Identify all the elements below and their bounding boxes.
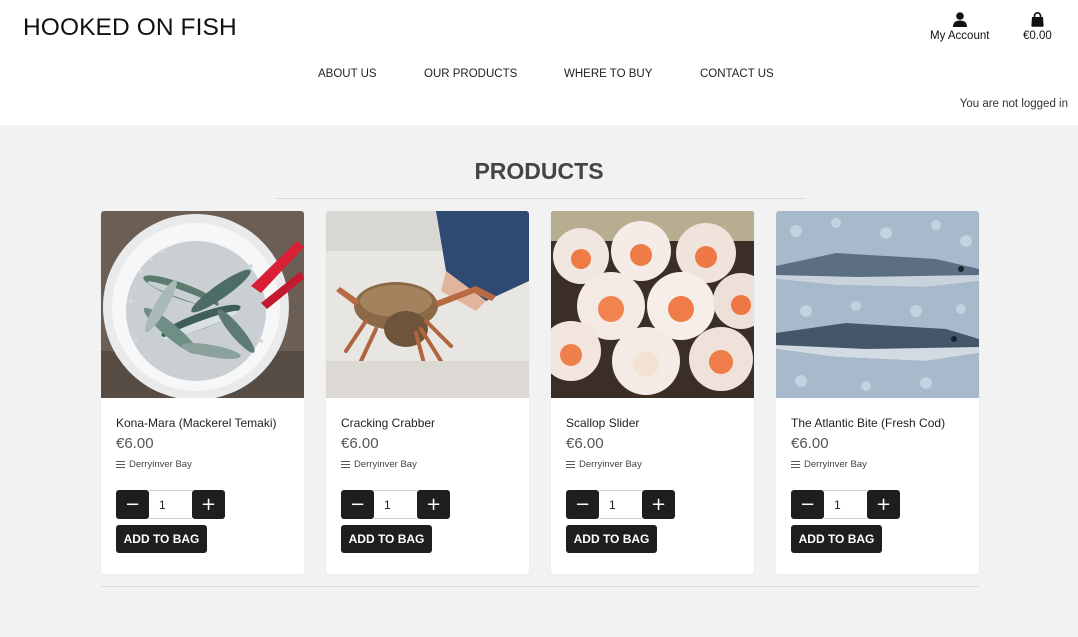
product-location-label: Derryinver Bay xyxy=(129,459,192,470)
list-icon xyxy=(566,461,575,468)
list-icon xyxy=(791,461,800,468)
product-price: €6.00 xyxy=(566,435,604,452)
shopping-bag-icon xyxy=(1031,12,1044,27)
nav-about-us[interactable]: ABOUT US xyxy=(318,68,377,80)
page-title: PRODUCTS xyxy=(474,158,604,184)
product-location: Derryinver Bay xyxy=(566,459,642,470)
product-card: The Atlantic Bite (Fresh Cod) €6.00 Derr… xyxy=(776,211,979,574)
product-location-label: Derryinver Bay xyxy=(804,459,867,470)
shopping-bag-link[interactable]: €0.00 xyxy=(1023,12,1052,42)
product-card: Kona-Mara (Mackerel Temaki) €6.00 Derryi… xyxy=(101,211,304,574)
list-icon xyxy=(116,461,125,468)
title-divider xyxy=(276,198,806,199)
plus-icon: + xyxy=(200,494,217,515)
content-divider xyxy=(101,586,979,587)
site-header: HOOKED ON FISH My Account €0.00 ABOUT US… xyxy=(0,0,1078,125)
product-image-cod[interactable] xyxy=(776,211,979,398)
nav-contact-us[interactable]: CONTACT US xyxy=(700,68,774,80)
product-name[interactable]: The Atlantic Bite (Fresh Cod) xyxy=(791,416,945,430)
quantity-input[interactable] xyxy=(599,490,642,519)
product-card: Scallop Slider €6.00 Derryinver Bay − + … xyxy=(551,211,754,574)
plus-icon: + xyxy=(650,494,667,515)
add-to-bag-button[interactable]: ADD TO BAG xyxy=(791,525,882,553)
product-price: €6.00 xyxy=(791,435,829,452)
product-name[interactable]: Scallop Slider xyxy=(566,416,639,430)
product-name[interactable]: Kona-Mara (Mackerel Temaki) xyxy=(116,416,277,430)
minus-icon: − xyxy=(349,494,366,515)
product-name[interactable]: Cracking Crabber xyxy=(341,416,435,430)
nav-our-products[interactable]: OUR PRODUCTS xyxy=(424,68,517,80)
quantity-input[interactable] xyxy=(149,490,192,519)
decrease-quantity-button[interactable]: − xyxy=(791,490,824,519)
increase-quantity-button[interactable]: + xyxy=(867,490,900,519)
plus-icon: + xyxy=(875,494,892,515)
product-location-label: Derryinver Bay xyxy=(354,459,417,470)
login-status: You are not logged in xyxy=(959,98,1068,110)
product-price: €6.00 xyxy=(116,435,154,452)
increase-quantity-button[interactable]: + xyxy=(642,490,675,519)
quantity-stepper: − + xyxy=(341,490,450,519)
nav-where-to-buy[interactable]: WHERE TO BUY xyxy=(564,68,652,80)
plus-icon: + xyxy=(425,494,442,515)
product-location: Derryinver Bay xyxy=(116,459,192,470)
quantity-input[interactable] xyxy=(824,490,867,519)
product-location: Derryinver Bay xyxy=(341,459,417,470)
add-to-bag-button[interactable]: ADD TO BAG xyxy=(116,525,207,553)
user-icon xyxy=(952,12,967,27)
increase-quantity-button[interactable]: + xyxy=(192,490,225,519)
product-price: €6.00 xyxy=(341,435,379,452)
quantity-input[interactable] xyxy=(374,490,417,519)
product-image-scallops[interactable] xyxy=(551,211,754,398)
decrease-quantity-button[interactable]: − xyxy=(116,490,149,519)
bag-total: €0.00 xyxy=(1023,30,1052,42)
site-logo[interactable]: HOOKED ON FISH xyxy=(23,14,237,42)
minus-icon: − xyxy=(799,494,816,515)
minus-icon: − xyxy=(124,494,141,515)
quantity-stepper: − + xyxy=(791,490,900,519)
minus-icon: − xyxy=(574,494,591,515)
my-account-link[interactable]: My Account xyxy=(930,12,989,42)
product-card: Cracking Crabber €6.00 Derryinver Bay − … xyxy=(326,211,529,574)
add-to-bag-button[interactable]: ADD TO BAG xyxy=(341,525,432,553)
product-location-label: Derryinver Bay xyxy=(579,459,642,470)
product-image-mackerel[interactable] xyxy=(101,211,304,398)
quantity-stepper: − + xyxy=(116,490,225,519)
quantity-stepper: − + xyxy=(566,490,675,519)
product-image-crab[interactable] xyxy=(326,211,529,398)
decrease-quantity-button[interactable]: − xyxy=(341,490,374,519)
decrease-quantity-button[interactable]: − xyxy=(566,490,599,519)
product-location: Derryinver Bay xyxy=(791,459,867,470)
my-account-label: My Account xyxy=(930,30,990,42)
main-nav: ABOUT US OUR PRODUCTS WHERE TO BUY CONTA… xyxy=(0,68,1078,82)
increase-quantity-button[interactable]: + xyxy=(417,490,450,519)
list-icon xyxy=(341,461,350,468)
add-to-bag-button[interactable]: ADD TO BAG xyxy=(566,525,657,553)
